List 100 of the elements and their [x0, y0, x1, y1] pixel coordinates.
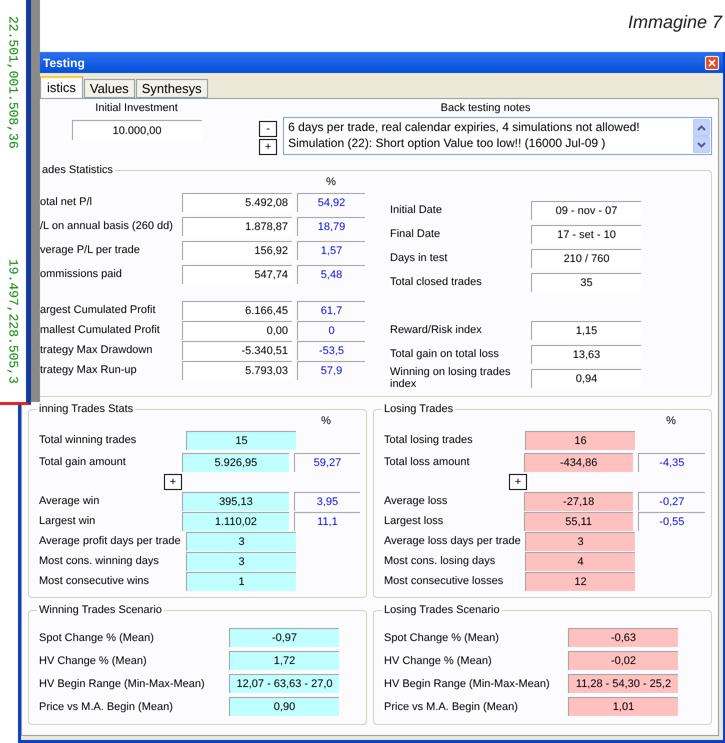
value-field: -27,18 — [524, 492, 633, 510]
value-field: 0,00 — [182, 320, 292, 340]
window-title: Testing — [43, 56, 85, 70]
value-field: 1,01 — [568, 697, 678, 716]
value-field: -0,97 — [229, 628, 339, 647]
value-field: 3 — [186, 532, 296, 550]
value-field: 1,72 — [229, 651, 339, 670]
group-title: ades Statistics — [41, 164, 114, 176]
percent-field: 3,95 — [294, 492, 360, 510]
field-label: Total gain on total loss — [390, 348, 500, 360]
field-label: Largest loss — [384, 515, 444, 527]
column-header: % — [665, 415, 677, 429]
note-line: 6 days per trade, real calendar expiries, 4 simulations not allowed! — [288, 119, 641, 135]
group-title: Losing Trades Scenario — [383, 604, 501, 616]
value-field: -0,63 — [568, 628, 678, 647]
percent-field: 18,79 — [297, 216, 365, 236]
percent-field: -4,35 — [638, 452, 705, 472]
percent-field: 0 — [297, 320, 365, 340]
value-field: 0,90 — [229, 697, 339, 716]
expand-button[interactable]: + — [509, 474, 527, 490]
value-field: 16 — [525, 430, 635, 450]
group-title: Winning Trades Scenario — [38, 604, 163, 616]
field-label: Initial Date — [390, 204, 443, 216]
scroll-up-button[interactable] — [693, 119, 710, 136]
group-title: inning Trades Stats — [38, 403, 134, 415]
field-label: Back testing notes — [440, 102, 530, 114]
value-field: 156,92 — [182, 240, 292, 260]
field-label: /L on annual basis (260 dd) — [40, 220, 174, 232]
percent-field: -53,5 — [297, 340, 365, 360]
tab[interactable]: istics — [40, 76, 83, 98]
value-field: 0,94 — [531, 368, 641, 388]
value-field: 5.926,95 — [182, 452, 289, 472]
field-label: Most cons. winning days — [39, 555, 160, 567]
percent-field: 5,48 — [297, 264, 365, 284]
notes-toggle-button[interactable]: - — [259, 121, 278, 137]
notes-toggle-button[interactable]: + — [259, 139, 278, 155]
column-header: % — [325, 176, 337, 190]
field-label: Total gain amount — [39, 456, 127, 468]
field-label: HV Change % (Mean) — [39, 654, 148, 666]
value-field: 1.878,87 — [182, 216, 292, 236]
value-field: 547,74 — [182, 264, 292, 284]
field-label: ommissions paid — [40, 268, 123, 280]
value-field: 13,63 — [531, 344, 641, 364]
value-field: 3 — [525, 532, 635, 550]
field-label: otal net P/l — [40, 196, 93, 208]
value-field: -434,86 — [524, 452, 633, 472]
field-label: Most cons. losing days — [384, 555, 496, 567]
field-label: Reward/Risk index — [390, 324, 483, 336]
field-label: Total closed trades — [390, 276, 483, 288]
value-field: 55,11 — [524, 512, 633, 530]
notes-box[interactable]: 6 days per trade, real calendar expiries, 4 simulations not allowed! Simulation (22): Short option Value too low!! (16000 Jul-09 ) — [283, 117, 712, 155]
value-field: 17 - set - 10 — [531, 224, 641, 244]
value-field: 12 — [525, 572, 635, 590]
field-label: Largest win — [39, 515, 96, 527]
tab[interactable]: Synthesys — [136, 79, 208, 98]
value-field: 5.492,08 — [182, 192, 292, 212]
field-label: HV Change % (Mean) — [384, 654, 493, 666]
percent-field: 57,9 — [297, 360, 365, 380]
field-label: Most consecutive wins — [39, 575, 150, 587]
field-label: trategy Max Drawdown — [40, 344, 154, 356]
column-header: % — [320, 415, 332, 429]
reading-text: 22.501,001.508,36 — [6, 16, 20, 149]
field-label: Initial Investment — [95, 102, 178, 114]
value-field: 4 — [525, 552, 635, 570]
field-label: Winning on losing trades index — [390, 366, 512, 390]
field-label: Price vs M.A. Begin (Mean) — [39, 700, 174, 712]
value-field: 11,28 - 54,30 - 25,2 — [568, 674, 678, 693]
percent-field: 1,57 — [297, 240, 365, 260]
value-field: 12,07 - 63,63 - 27,0 — [229, 674, 339, 693]
value-field: 1.110,02 — [182, 512, 289, 530]
close-button[interactable] — [705, 56, 719, 70]
value-field: 1 — [186, 572, 296, 590]
value-field: 15 — [186, 430, 296, 450]
field-label: Average win — [39, 495, 100, 507]
value-field: 5.793,03 — [182, 360, 292, 380]
close-icon — [708, 58, 716, 66]
reading-text: 19.497,228.505,3 — [6, 258, 20, 384]
investment-field[interactable]: 10.000,00 — [72, 120, 202, 140]
field-label: Average loss days per trade — [384, 535, 522, 547]
expand-button[interactable]: + — [164, 474, 182, 490]
field-label: Final Date — [390, 228, 442, 240]
percent-field: 59,27 — [294, 452, 360, 472]
value-field: 09 - nov - 07 — [531, 200, 641, 220]
percent-field: -0,55 — [638, 512, 705, 530]
value-field: 395,13 — [182, 492, 289, 510]
field-label: Average profit days per trade — [39, 535, 182, 547]
value-field: 1,15 — [531, 320, 641, 340]
field-label: HV Begin Range (Min-Max-Mean) — [39, 678, 206, 690]
value-field: 3 — [186, 552, 296, 570]
percent-field: -0,27 — [638, 492, 705, 510]
field-label: Spot Change % (Mean) — [39, 632, 155, 644]
value-field: -5.340,51 — [182, 340, 292, 360]
field-label: Total losing trades — [384, 434, 474, 446]
value-field: 210 / 760 — [531, 248, 641, 268]
value-field: 6.166,45 — [182, 300, 292, 320]
scroll-down-button[interactable] — [693, 136, 710, 153]
percent-field: 54,92 — [297, 192, 365, 212]
field-label: trategy Max Run-up — [40, 364, 138, 376]
field-label: HV Begin Range (Min-Max-Mean) — [384, 678, 551, 690]
tab[interactable]: Values — [84, 79, 135, 98]
